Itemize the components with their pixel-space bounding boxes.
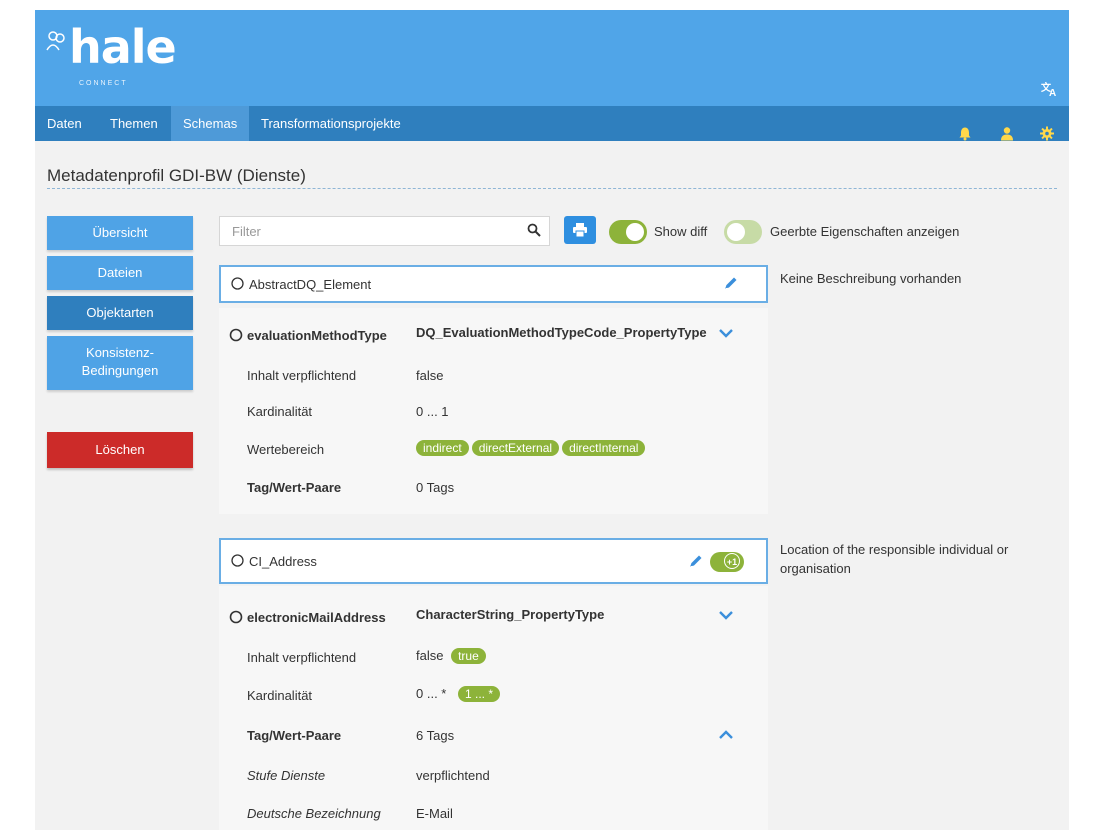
- chevron-down-icon[interactable]: [719, 328, 733, 338]
- logo-people-icon: [46, 31, 65, 51]
- svg-text:A: A: [1049, 88, 1056, 98]
- cardinality-label: Kardinalität: [247, 688, 313, 703]
- mandatory-diff-pill: true: [451, 648, 486, 664]
- tags-label: Tag/Wert-Paare: [247, 728, 342, 743]
- edit-pencil-icon[interactable]: [688, 553, 704, 569]
- chevron-up-icon[interactable]: [719, 730, 733, 740]
- bell-icon[interactable]: [958, 116, 972, 151]
- nav-item-daten[interactable]: Daten: [35, 106, 94, 141]
- hale-connect-logo[interactable]: hale CONNECT: [45, 20, 185, 87]
- range-value-pill: indirect: [416, 440, 469, 456]
- mandatory-value-group: false true: [416, 648, 489, 664]
- class-name: AbstractDQ_Element: [249, 277, 372, 292]
- sidebar-item-konsistenz-bedingungen[interactable]: Konsistenz- Bedingungen: [47, 336, 193, 390]
- show-diff-toggle[interactable]: [609, 220, 647, 244]
- diff-count: +1: [724, 553, 740, 569]
- property-type: CharacterString_PropertyType: [416, 607, 605, 622]
- title-divider: [47, 188, 1057, 189]
- main-nav: Daten Themen Schemas Transformationsproj…: [35, 106, 1069, 141]
- tag-value: verpflichtend: [416, 768, 490, 783]
- user-icon[interactable]: [1000, 116, 1014, 151]
- property-name: electronicMailAddress: [247, 610, 386, 625]
- tag-key: Deutsche Bezeichnung: [247, 806, 381, 821]
- filter-field: [219, 216, 550, 246]
- nav-item-themen[interactable]: Themen: [98, 106, 170, 141]
- page-background: hale CONNECT 文 A Daten Themen Schemas Tr…: [0, 0, 1096, 830]
- sidebar-item-label-line1: Konsistenz-: [86, 345, 154, 360]
- app-header: hale CONNECT 文 A: [35, 10, 1069, 106]
- app-frame: hale CONNECT 文 A Daten Themen Schemas Tr…: [35, 10, 1069, 830]
- filter-input[interactable]: [230, 223, 514, 240]
- class-name: CI_Address: [249, 554, 317, 569]
- nav-item-schemas[interactable]: Schemas: [171, 106, 250, 141]
- range-label: Wertebereich: [247, 442, 325, 457]
- mandatory-value: false: [416, 648, 444, 663]
- property-type: DQ_EvaluationMethodTypeCode_PropertyType: [416, 325, 707, 340]
- sidebar-item-label-line2: Bedingungen: [81, 363, 159, 378]
- radio-icon[interactable]: [229, 610, 243, 624]
- logo-text: hale: [69, 20, 177, 74]
- class-card-header[interactable]: AbstractDQ_Element: [219, 265, 768, 303]
- radio-icon[interactable]: [231, 554, 244, 567]
- edit-pencil-icon[interactable]: [723, 275, 739, 291]
- sidebar-item-uebersicht[interactable]: Übersicht: [47, 216, 193, 250]
- class-card-header[interactable]: CI_Address +1: [219, 538, 768, 584]
- tags-value: 6 Tags: [416, 728, 455, 743]
- radio-icon[interactable]: [229, 328, 243, 342]
- tags-value: 0 Tags: [416, 480, 455, 495]
- cardinality-value: 0 ... 1: [416, 404, 449, 419]
- class-description: Keine Beschreibung vorhanden: [780, 271, 962, 286]
- property-panel: evaluationMethodType DQ_EvaluationMethod…: [219, 308, 768, 514]
- mandatory-label: Inhalt verpflichtend: [247, 650, 357, 665]
- toggle-knob: [727, 223, 745, 241]
- property-panel: electronicMailAddress CharacterString_Pr…: [219, 586, 768, 830]
- diff-badge[interactable]: +1: [710, 552, 744, 572]
- mandatory-value: false: [416, 368, 444, 383]
- show-diff-label: Show diff: [654, 224, 708, 239]
- print-button[interactable]: [564, 216, 596, 244]
- mandatory-label: Inhalt verpflichtend: [247, 368, 357, 383]
- cardinality-label: Kardinalität: [247, 404, 313, 419]
- page-title: Metadatenprofil GDI-BW (Dienste): [47, 166, 306, 185]
- search-icon[interactable]: [527, 223, 541, 237]
- delete-button[interactable]: Löschen: [47, 432, 193, 468]
- property-name: evaluationMethodType: [247, 328, 387, 343]
- translate-icon[interactable]: 文 A: [1041, 80, 1059, 98]
- cardinality-diff-pill: 1 ... *: [457, 686, 500, 702]
- toggle-knob: [626, 223, 644, 241]
- cardinality-value-group: 0 ... * 1 ... *: [416, 686, 503, 702]
- sidebar-item-dateien[interactable]: Dateien: [47, 256, 193, 290]
- cardinality-value: 0 ... *: [416, 686, 447, 701]
- inherited-properties-label: Geerbte Eigenschaften anzeigen: [770, 224, 960, 239]
- gear-icon[interactable]: [1040, 116, 1054, 151]
- range-values: indirect directExternal directInternal: [416, 440, 648, 456]
- tag-key: Stufe Dienste: [247, 768, 326, 783]
- logo-subtitle: CONNECT: [79, 80, 128, 87]
- range-value-pill: directExternal: [471, 440, 560, 456]
- sidebar-item-objektarten[interactable]: Objektarten: [47, 296, 193, 330]
- inherited-properties-toggle[interactable]: [724, 220, 762, 244]
- class-description: Location of the responsible individual o…: [780, 542, 1009, 576]
- print-icon: [573, 223, 587, 237]
- nav-item-transformationsprojekte[interactable]: Transformationsprojekte: [249, 106, 413, 141]
- tags-label: Tag/Wert-Paare: [247, 480, 342, 495]
- chevron-down-icon[interactable]: [719, 610, 733, 620]
- range-value-pill: directInternal: [562, 440, 646, 456]
- tag-value: E-Mail: [416, 806, 453, 821]
- radio-icon[interactable]: [231, 277, 244, 290]
